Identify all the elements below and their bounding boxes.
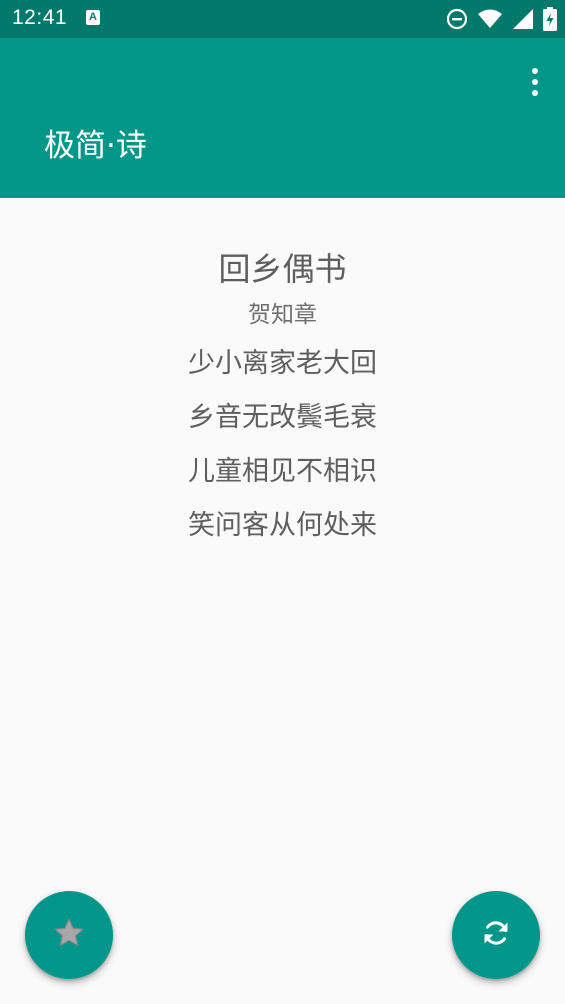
poem: 回乡偶书 贺知章 少小离家老大回 乡音无改鬓毛衰 儿童相见不相识 笑问客从何处来 bbox=[0, 246, 565, 562]
poem-line: 少小离家老大回 bbox=[188, 348, 377, 379]
favorite-button[interactable] bbox=[25, 891, 113, 979]
wifi-icon bbox=[477, 8, 503, 30]
notification-icon: A bbox=[86, 10, 100, 25]
menu-dot bbox=[532, 90, 538, 96]
poem-line: 乡音无改鬓毛衰 bbox=[188, 402, 377, 433]
poem-line: 笑问客从何处来 bbox=[188, 510, 377, 541]
poem-lines: 少小离家老大回 乡音无改鬓毛衰 儿童相见不相识 笑问客从何处来 bbox=[0, 346, 565, 562]
menu-dot bbox=[532, 79, 538, 85]
battery-charging-icon bbox=[543, 7, 557, 31]
poem-title: 回乡偶书 bbox=[218, 250, 347, 288]
menu-dot bbox=[532, 68, 538, 74]
do-not-disturb-icon bbox=[446, 8, 468, 30]
app-bar: 极简·诗 bbox=[0, 38, 565, 198]
app-title: 极简·诗 bbox=[44, 128, 147, 164]
poem-line: 儿童相见不相识 bbox=[188, 456, 377, 487]
refresh-icon bbox=[480, 917, 512, 953]
status-time: 12:41 bbox=[12, 6, 68, 29]
star-icon bbox=[53, 917, 85, 953]
more-vert-icon[interactable] bbox=[523, 64, 547, 100]
status-bar: 12:41 A bbox=[0, 0, 565, 38]
app-screen: 12:41 A 极简·诗 回乡偶书 贺知章 少小离家老大回 乡音无改鬓毛衰 儿童… bbox=[0, 0, 565, 1004]
status-icons bbox=[446, 7, 557, 31]
signal-icon bbox=[512, 8, 534, 30]
refresh-button[interactable] bbox=[452, 891, 540, 979]
poem-author: 贺知章 bbox=[248, 302, 317, 328]
